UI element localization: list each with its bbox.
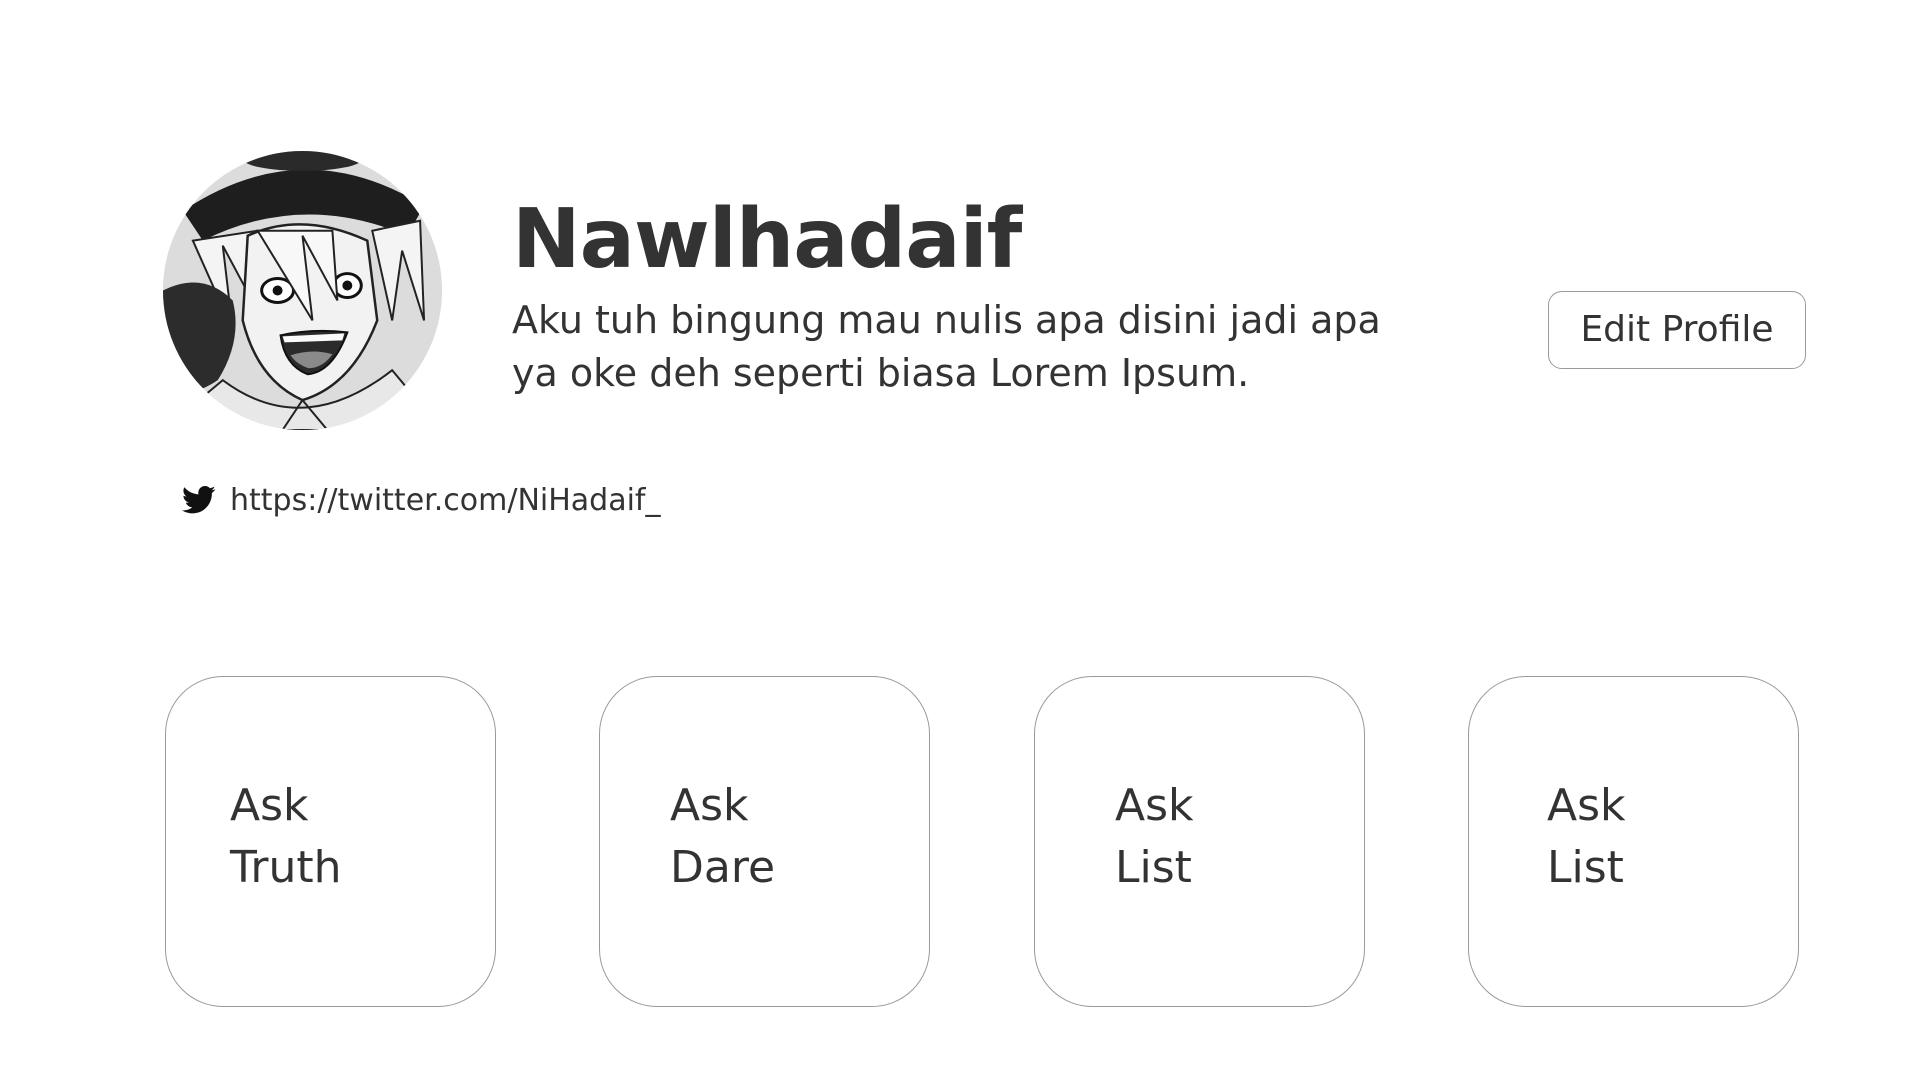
- ask-list-card-2[interactable]: Ask List: [1468, 676, 1799, 1007]
- avatar-image: [163, 151, 442, 430]
- card-label-line2: List: [1115, 842, 1192, 893]
- social-link-row: https://twitter.com/NiHadaif_: [182, 480, 661, 520]
- profile-name: Nawlhadaif: [512, 192, 1022, 287]
- card-label-line2: Dare: [670, 842, 776, 893]
- card-label: Ask Dare: [670, 775, 775, 899]
- card-label-line1: Ask: [230, 780, 309, 831]
- ask-list-card[interactable]: Ask List: [1034, 676, 1365, 1007]
- card-label-line1: Ask: [670, 780, 749, 831]
- ask-dare-card[interactable]: Ask Dare: [599, 676, 930, 1007]
- profile-bio: Aku tuh bingung mau nulis apa disini jad…: [512, 298, 1381, 395]
- profile-page: Nawlhadaif Aku tuh bingung mau nulis apa…: [0, 0, 1920, 1080]
- ask-truth-card[interactable]: Ask Truth: [165, 676, 496, 1007]
- card-label: Ask Truth: [230, 775, 342, 899]
- card-label-line2: List: [1547, 842, 1624, 893]
- card-label-line1: Ask: [1115, 780, 1194, 831]
- card-label: Ask List: [1547, 775, 1626, 899]
- card-label-line2: Truth: [230, 842, 342, 893]
- twitter-icon: [182, 485, 216, 514]
- card-label: Ask List: [1115, 775, 1194, 899]
- avatar: [163, 151, 442, 430]
- twitter-link[interactable]: https://twitter.com/NiHadaif_: [230, 483, 661, 518]
- edit-profile-button[interactable]: Edit Profile: [1548, 291, 1806, 369]
- card-label-line1: Ask: [1547, 780, 1626, 831]
